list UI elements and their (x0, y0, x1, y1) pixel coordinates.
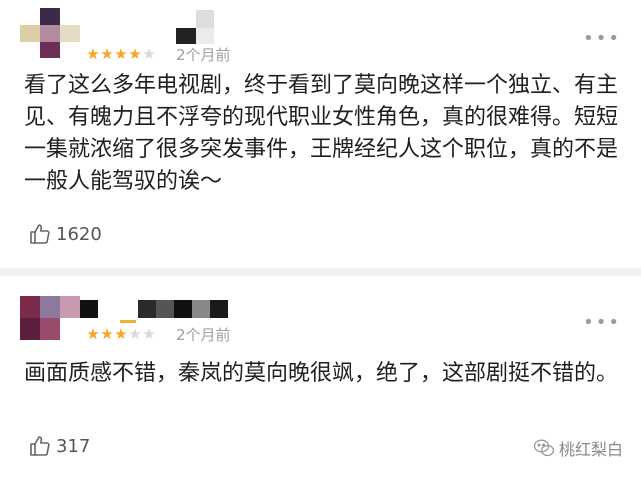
star-rating: ★ ★ ★ ★ ★ (86, 46, 156, 62)
watermark-text: 桃红梨白 (558, 440, 623, 459)
avatar[interactable] (20, 8, 80, 58)
star-filled-icon: ★ (100, 325, 114, 343)
username-mosaic (176, 28, 214, 44)
like-button[interactable]: 1620 (28, 222, 102, 246)
wechat-icon (533, 439, 555, 457)
comment-time: 2个月前 (176, 46, 231, 64)
star-filled-icon: ★ (128, 45, 142, 63)
username-mosaic[interactable] (176, 10, 214, 28)
thumbs-up-icon (30, 436, 50, 456)
watermark: 桃红梨白 (533, 436, 623, 460)
star-filled-icon: ★ (114, 45, 128, 63)
username-mosaic[interactable] (118, 300, 228, 318)
star-filled-icon: ★ (100, 45, 114, 63)
more-dots-icon[interactable]: ••• (583, 314, 621, 332)
thumbs-up-icon (30, 224, 50, 244)
username-underline (120, 320, 136, 323)
username-mosaic (80, 300, 98, 318)
comment-card: ★ ★ ★ ★ ★ 2个月前 ••• 看了这么多年电视剧，终于看到了莫向晚这样一个独立、… (0, 0, 641, 268)
star-filled-icon: ★ (86, 45, 100, 63)
star-rating: ★ ★ ★ ★ ★ (86, 326, 156, 342)
like-count: 1620 (56, 223, 102, 245)
star-empty-icon: ★ (142, 45, 156, 63)
like-button[interactable]: 317 (28, 434, 90, 458)
more-dots-icon[interactable]: ••• (583, 30, 621, 48)
avatar[interactable] (20, 296, 80, 340)
divider (0, 268, 641, 276)
star-filled-icon: ★ (114, 325, 128, 343)
comment-text: 画面质感不错，秦岚的莫向晚很飒，绝了，这部剧挺不错的。 (24, 361, 619, 386)
star-filled-icon: ★ (86, 325, 100, 343)
star-empty-icon: ★ (142, 325, 156, 343)
like-count: 317 (56, 435, 91, 457)
star-empty-icon: ★ (128, 325, 142, 343)
comment-time: 2个月前 (176, 326, 231, 344)
comment-text: 看了这么多年电视剧，终于看到了莫向晚这样一个独立、有主见、有魄力且不浮夸的现代职… (24, 73, 619, 194)
